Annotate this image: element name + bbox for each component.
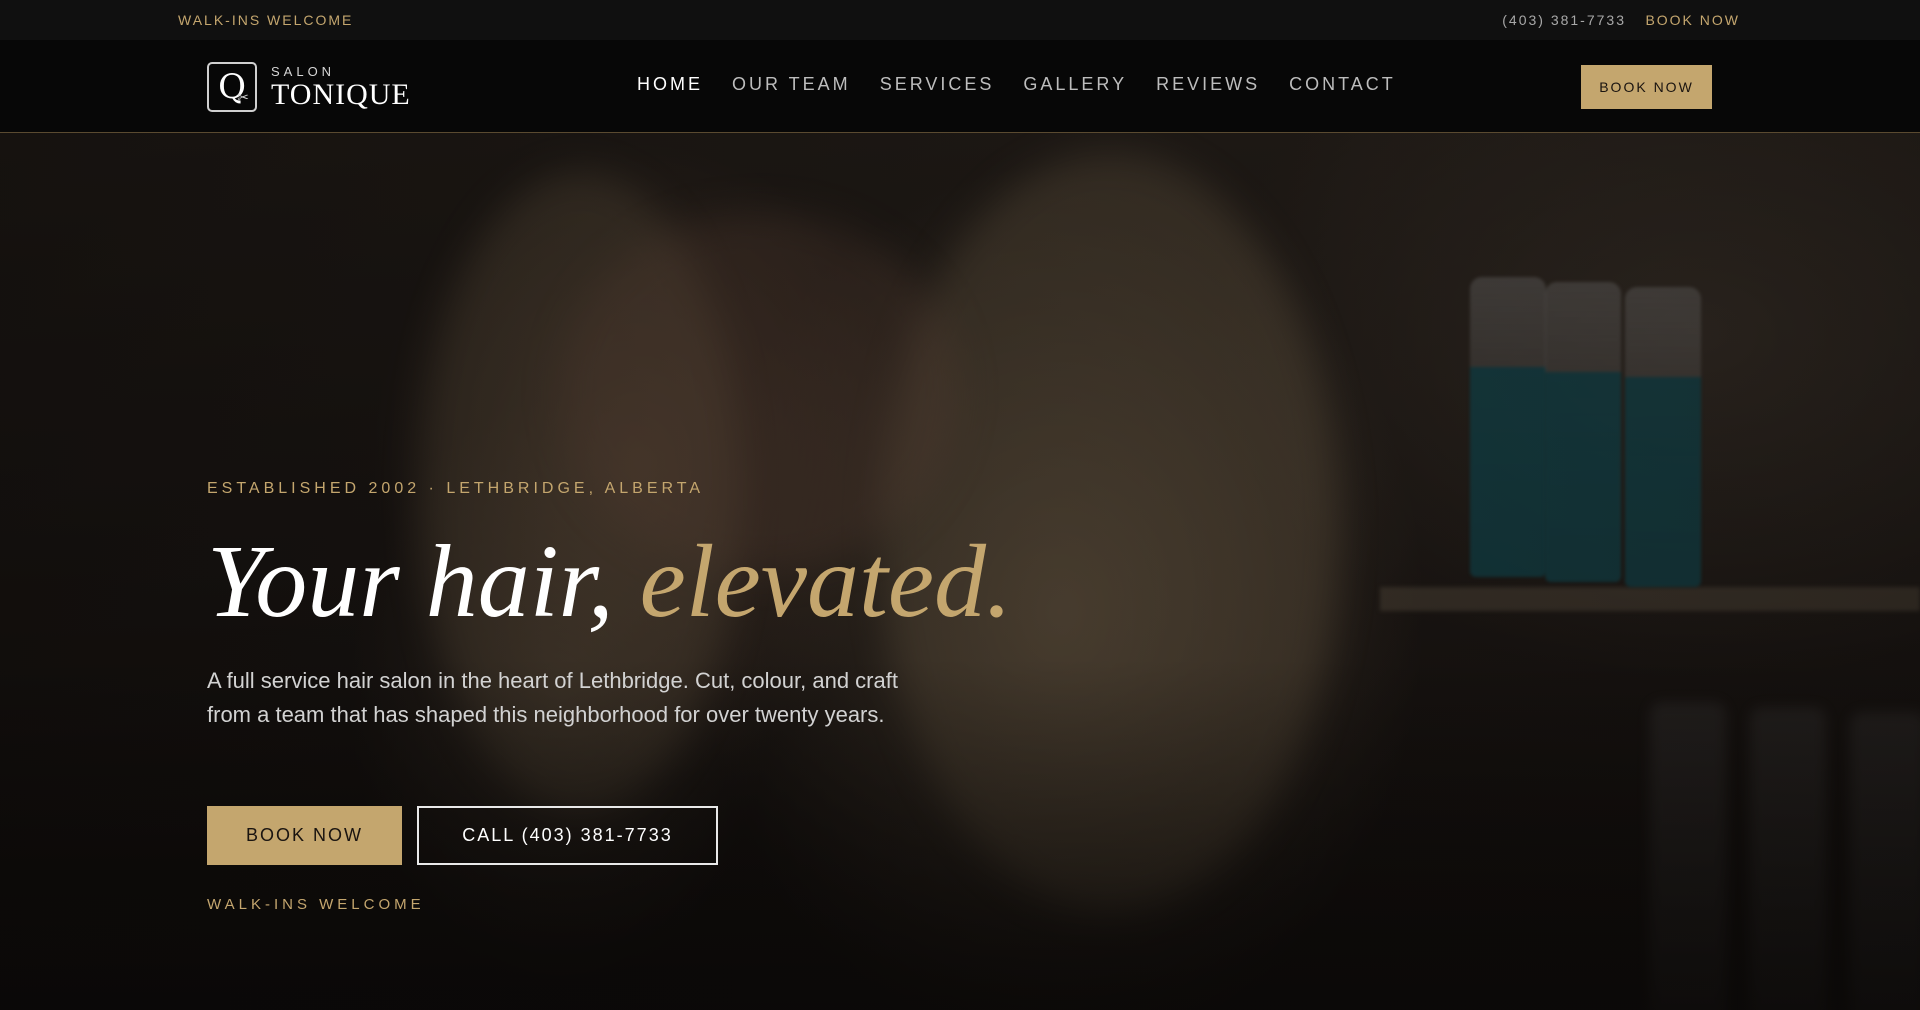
nav-item-services[interactable]: SERVICES — [880, 74, 995, 95]
top-utility-bar: WALK-INS WELCOME (403) 381-7733 BOOK NOW — [0, 0, 1920, 41]
nav-item-contact[interactable]: CONTACT — [1289, 74, 1396, 95]
hero-book-now-button[interactable]: BOOK NOW — [207, 806, 402, 865]
headline-plain: Your hair, — [207, 524, 614, 639]
nav-item-home[interactable]: HOME — [637, 74, 703, 95]
nav-menu: HOME OUR TEAM SERVICES GALLERY REVIEWS C… — [637, 74, 1425, 95]
logo-title: TONIQUE — [271, 77, 411, 111]
nav-book-now-button[interactable]: BOOK NOW — [1581, 65, 1712, 109]
q-scissors-logo-icon: Q ✂ — [207, 62, 257, 112]
topbar-book-link[interactable]: BOOK NOW — [1645, 12, 1740, 28]
logo-text: SALON TONIQUE — [271, 64, 411, 111]
hero-description: A full service hair salon in the heart o… — [207, 668, 898, 727]
walkins-notice: WALK-INS WELCOME — [178, 12, 354, 28]
nav-item-gallery[interactable]: GALLERY — [1023, 74, 1127, 95]
hero-headline: Your hair, elevated. — [207, 522, 1012, 642]
hero-walkins-notice: WALK-INS WELCOME — [207, 896, 425, 913]
salon-logo[interactable]: Q ✂ SALON TONIQUE — [207, 59, 411, 115]
topbar-phone-link[interactable]: (403) 381-7733 — [1502, 12, 1626, 28]
hero-call-button[interactable]: CALL (403) 381-7733 — [417, 806, 718, 865]
nav-item-reviews[interactable]: REVIEWS — [1156, 74, 1260, 95]
scissors-icon: ✂ — [237, 90, 249, 106]
logo-subtitle: SALON — [271, 63, 336, 79]
hero-eyebrow: ESTABLISHED 2002 · LETHBRIDGE, ALBERTA — [207, 480, 705, 497]
headline-accent: elevated. — [639, 524, 1013, 639]
nav-item-our-team[interactable]: OUR TEAM — [732, 74, 851, 95]
main-navigation: Q ✂ SALON TONIQUE HOME OUR TEAM SERVICES… — [0, 40, 1920, 133]
